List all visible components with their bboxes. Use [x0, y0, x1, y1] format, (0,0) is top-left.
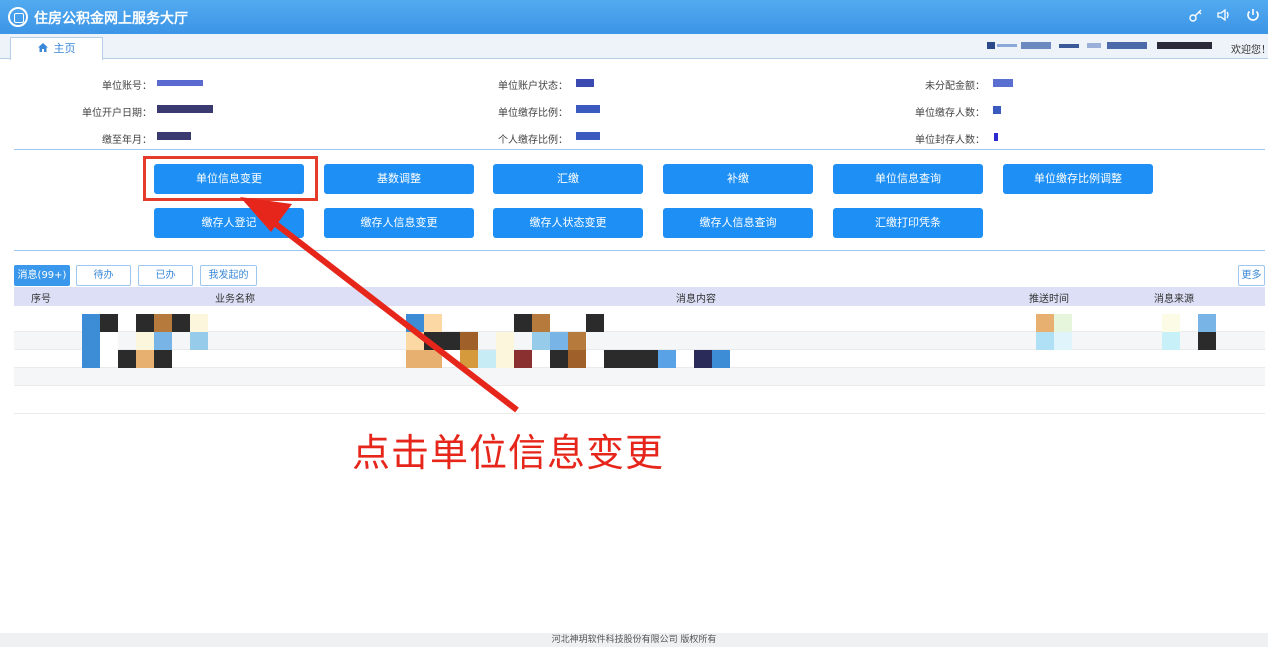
footer-copyright: 河北神玥软件科技股份有限公司 版权所有 — [0, 633, 1268, 647]
annotation-text: 点击单位信息变更 — [352, 431, 665, 475]
annotation-arrow-icon — [240, 197, 519, 413]
